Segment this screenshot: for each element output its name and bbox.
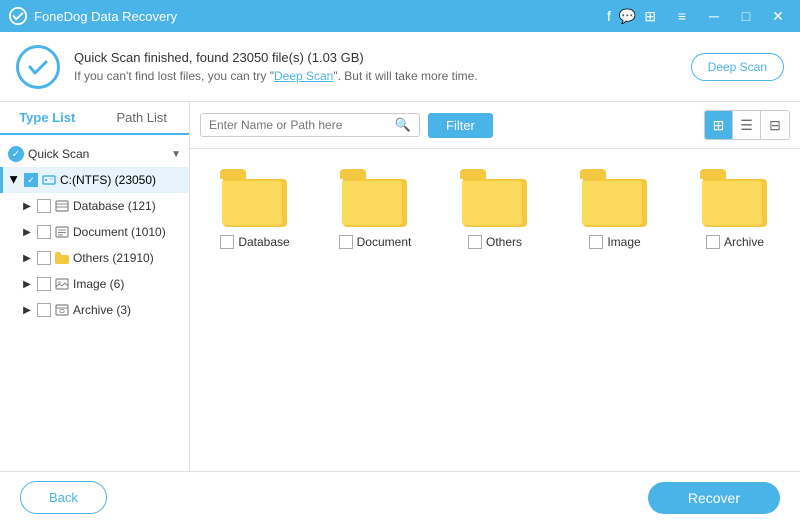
quick-scan-check-icon [8, 146, 24, 162]
recover-button[interactable]: Recover [648, 482, 780, 514]
tree-item-others[interactable]: ▶ Others (21910) [0, 245, 189, 271]
tab-type-list[interactable]: Type List [0, 102, 95, 135]
file-item-image[interactable]: Image [570, 169, 660, 249]
file-item-database[interactable]: Database [210, 169, 300, 249]
folder-icon [700, 169, 770, 227]
folder-sm-icon [54, 250, 70, 266]
item-label: Image (6) [73, 277, 124, 291]
item-label: Database (121) [73, 199, 156, 213]
file-checkbox[interactable] [468, 235, 482, 249]
search-box[interactable]: 🔍 [200, 113, 420, 137]
social-icons: f 💬 ⊞ [607, 8, 656, 25]
title-bar: FoneDog Data Recovery f 💬 ⊞ ≡ ─ □ ✕ [0, 0, 800, 32]
tree-item-database[interactable]: ▶ Database (121) [0, 193, 189, 219]
right-panel: 🔍 Filter ⊞ ☰ ⊟ [190, 102, 800, 471]
app-icon [8, 6, 28, 26]
grid-icon[interactable]: ⊞ [644, 8, 656, 25]
file-checkbox[interactable] [220, 235, 234, 249]
view-toggle: ⊞ ☰ ⊟ [704, 110, 790, 140]
tree-item-image[interactable]: ▶ Image (6) [0, 271, 189, 297]
search-icon: 🔍 [395, 117, 411, 133]
item-label: Archive (3) [73, 303, 131, 317]
status-icon [16, 45, 60, 89]
chevron-down-icon: ▼ [171, 149, 181, 160]
tab-path-list[interactable]: Path List [95, 102, 190, 133]
content-area: Type List Path List Quick Scan ▼ ▶ [0, 102, 800, 471]
file-label: Others [486, 235, 522, 249]
message-icon[interactable]: 💬 [619, 8, 636, 25]
quick-scan-label: Quick Scan [28, 147, 167, 161]
detail-view-button[interactable]: ⊟ [761, 111, 789, 139]
header-text: Quick Scan finished, found 23050 file(s)… [74, 50, 677, 83]
file-checkbox[interactable] [339, 235, 353, 249]
file-label: Image [607, 235, 640, 249]
expand-arrow-icon[interactable]: ▶ [7, 173, 21, 187]
file-checkbox[interactable] [589, 235, 603, 249]
list-view-button[interactable]: ☰ [733, 111, 761, 139]
close-button[interactable]: ✕ [764, 2, 792, 30]
toolbar: 🔍 Filter ⊞ ☰ ⊟ [190, 102, 800, 149]
tree-item-archive[interactable]: ▶ Archive (3) [0, 297, 189, 323]
item-checkbox[interactable] [37, 199, 51, 213]
grid-view-button[interactable]: ⊞ [705, 111, 733, 139]
item-checkbox[interactable] [37, 303, 51, 317]
deep-scan-button[interactable]: Deep Scan [691, 53, 784, 81]
search-input[interactable] [209, 118, 391, 132]
file-checkbox[interactable] [706, 235, 720, 249]
item-label: Others (21910) [73, 251, 154, 265]
tab-bar: Type List Path List [0, 102, 189, 135]
app-title: FoneDog Data Recovery [34, 9, 607, 24]
left-panel: Type List Path List Quick Scan ▼ ▶ [0, 102, 190, 471]
expand-icon[interactable]: ▶ [20, 303, 34, 317]
file-label: Database [238, 235, 289, 249]
drive-label: C:(NTFS) (23050) [60, 173, 156, 187]
item-label: Document (1010) [73, 225, 166, 239]
window-controls: ≡ ─ □ ✕ [668, 2, 792, 30]
status-title: Quick Scan finished, found 23050 file(s)… [74, 50, 677, 65]
minimize-button[interactable]: ─ [700, 2, 728, 30]
archive-icon [54, 302, 70, 318]
drive-checkbox[interactable] [24, 173, 38, 187]
tree-item-document[interactable]: ▶ Document (1010) [0, 219, 189, 245]
file-grid: Database Document [190, 149, 800, 471]
subtitle-pre: If you can't find lost files, you can tr… [74, 69, 274, 83]
file-item-archive[interactable]: Archive [690, 169, 780, 249]
item-checkbox[interactable] [37, 251, 51, 265]
facebook-icon[interactable]: f [607, 8, 611, 25]
drive-row[interactable]: ▶ C:(NTFS) (23050) [0, 167, 189, 193]
file-item-others[interactable]: Others [450, 169, 540, 249]
expand-icon[interactable]: ▶ [20, 277, 34, 291]
item-checkbox[interactable] [37, 225, 51, 239]
file-label: Archive [724, 235, 764, 249]
expand-icon[interactable]: ▶ [20, 251, 34, 265]
drive-icon [41, 172, 57, 188]
back-button[interactable]: Back [20, 481, 107, 514]
footer: Back Recover [0, 471, 800, 523]
menu-icon[interactable]: ≡ [668, 2, 696, 30]
expand-icon[interactable]: ▶ [20, 199, 34, 213]
file-item-document[interactable]: Document [330, 169, 420, 249]
item-checkbox[interactable] [37, 277, 51, 291]
status-subtitle: If you can't find lost files, you can tr… [74, 69, 677, 83]
deep-scan-link[interactable]: Deep Scan [274, 69, 333, 83]
folder-icon [460, 169, 530, 227]
folder-icon [220, 169, 290, 227]
image-icon [54, 276, 70, 292]
database-icon [54, 198, 70, 214]
header-bar: Quick Scan finished, found 23050 file(s)… [0, 32, 800, 102]
quick-scan-row[interactable]: Quick Scan ▼ [0, 141, 189, 167]
main-container: Quick Scan finished, found 23050 file(s)… [0, 32, 800, 523]
subtitle-post: ". But it will take more time. [333, 69, 477, 83]
expand-icon[interactable]: ▶ [20, 225, 34, 239]
maximize-button[interactable]: □ [732, 2, 760, 30]
document-icon [54, 224, 70, 240]
filter-button[interactable]: Filter [428, 113, 493, 138]
file-label: Document [357, 235, 412, 249]
folder-icon [340, 169, 410, 227]
folder-icon [580, 169, 650, 227]
tree-section: Quick Scan ▼ ▶ C:(NTFS) (23050) [0, 135, 189, 329]
